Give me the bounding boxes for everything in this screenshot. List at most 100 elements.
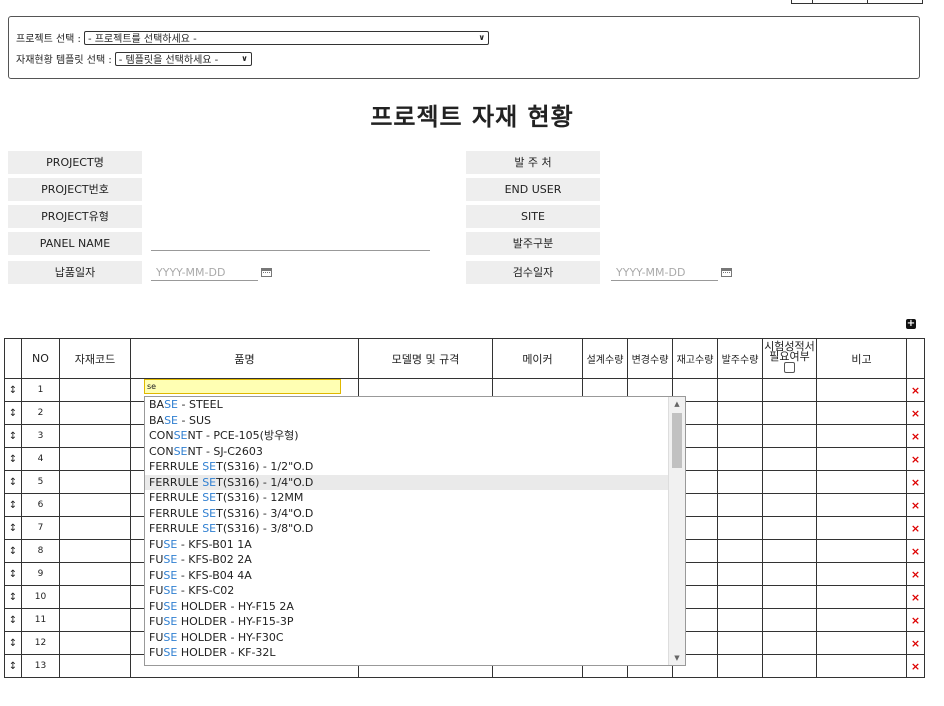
autocomplete-option[interactable]: FUSE HOLDER - HY-F15-3P [145,614,685,630]
delete-icon[interactable]: × [906,470,925,494]
order-qty-cell[interactable] [717,401,763,425]
delete-icon[interactable]: × [906,631,925,655]
material-code-cell[interactable] [59,493,131,517]
test-cert-all-checkbox[interactable] [784,362,795,373]
calendar-icon[interactable] [721,268,732,277]
delete-icon[interactable]: × [906,447,925,471]
order-qty-cell[interactable] [717,585,763,609]
autocomplete-option[interactable]: FUSE - KFS-B02 2A [145,552,685,568]
remark-cell[interactable] [816,378,907,402]
material-code-cell[interactable] [59,470,131,494]
calendar-icon[interactable] [261,268,272,277]
remark-cell[interactable] [816,493,907,517]
autocomplete-option[interactable]: FUSE - KFS-B01 1A [145,537,685,553]
scrollbar-thumb[interactable] [672,413,682,468]
material-code-cell[interactable] [59,378,131,402]
autocomplete-option[interactable]: FERRULE SET(S316) - 3/4"O.D [145,506,685,522]
autocomplete-option[interactable]: FERRULE SET(S316) - 1/4"O.D [145,474,685,490]
material-code-cell[interactable] [59,562,131,586]
material-code-cell[interactable] [59,654,131,678]
scroll-down-icon[interactable]: ▼ [669,651,685,665]
autocomplete-option[interactable]: FERRULE SET(S316) - 1/2"O.D [145,459,685,475]
drag-handle-icon[interactable]: ↕ [4,631,22,655]
autocomplete-option[interactable]: CONSENT - PCE-105(방우형) [145,428,685,444]
inspection-date-input[interactable]: YYYY-MM-DD [611,265,718,281]
test-cert-cell[interactable] [762,493,817,517]
remark-cell[interactable] [816,447,907,471]
material-code-cell[interactable] [59,631,131,655]
delete-icon[interactable]: × [906,585,925,609]
delete-icon[interactable]: × [906,516,925,540]
autocomplete-scrollbar[interactable]: ▲ ▼ [668,397,685,665]
test-cert-cell[interactable] [762,608,817,632]
remark-cell[interactable] [816,470,907,494]
autocomplete-option[interactable]: FUSE HOLDER - HY-F15 2A [145,599,685,615]
scroll-up-icon[interactable]: ▲ [669,397,685,411]
delete-icon[interactable]: × [906,424,925,448]
drag-handle-icon[interactable]: ↕ [4,654,22,678]
remark-cell[interactable] [816,562,907,586]
remark-cell[interactable] [816,401,907,425]
order-qty-cell[interactable] [717,470,763,494]
autocomplete-option[interactable]: BASE - STEEL [145,397,685,413]
autocomplete-option[interactable]: FUSE - KFS-B04 4A [145,568,685,584]
test-cert-cell[interactable] [762,401,817,425]
order-qty-cell[interactable] [717,447,763,471]
remark-cell[interactable] [816,424,907,448]
autocomplete-option[interactable]: BASE - SUS [145,413,685,429]
delete-icon[interactable]: × [906,539,925,563]
order-qty-cell[interactable] [717,562,763,586]
test-cert-cell[interactable] [762,654,817,678]
order-qty-cell[interactable] [717,654,763,678]
order-qty-cell[interactable] [717,424,763,448]
material-code-cell[interactable] [59,539,131,563]
drag-handle-icon[interactable]: ↕ [4,401,22,425]
delete-icon[interactable]: × [906,562,925,586]
material-code-cell[interactable] [59,585,131,609]
remark-cell[interactable] [816,516,907,540]
order-qty-cell[interactable] [717,378,763,402]
test-cert-cell[interactable] [762,447,817,471]
material-code-cell[interactable] [59,447,131,471]
add-row-icon[interactable]: + [906,319,916,329]
drag-handle-icon[interactable]: ↕ [4,585,22,609]
delete-icon[interactable]: × [906,608,925,632]
order-qty-cell[interactable] [717,516,763,540]
delete-icon[interactable]: × [906,493,925,517]
test-cert-cell[interactable] [762,631,817,655]
drag-handle-icon[interactable]: ↕ [4,447,22,471]
order-qty-cell[interactable] [717,608,763,632]
remark-cell[interactable] [816,539,907,563]
drag-handle-icon[interactable]: ↕ [4,539,22,563]
autocomplete-option[interactable]: CONSENT - SJ-C2603 [145,444,685,460]
drag-handle-icon[interactable]: ↕ [4,424,22,448]
delete-icon[interactable]: × [906,654,925,678]
delete-icon[interactable]: × [906,401,925,425]
material-code-cell[interactable] [59,401,131,425]
autocomplete-option[interactable]: FUSE HOLDER - HY-F30C [145,630,685,646]
autocomplete-option[interactable]: FUSE HOLDER - KF-32L [145,645,685,661]
template-select[interactable]: - 템플릿을 선택하세요 - ∨ [114,51,252,66]
drag-handle-icon[interactable]: ↕ [4,516,22,540]
order-qty-cell[interactable] [717,631,763,655]
drag-handle-icon[interactable]: ↕ [4,493,22,517]
test-cert-cell[interactable] [762,516,817,540]
drag-handle-icon[interactable]: ↕ [4,562,22,586]
drag-handle-icon[interactable]: ↕ [4,608,22,632]
test-cert-cell[interactable] [762,562,817,586]
order-qty-cell[interactable] [717,493,763,517]
test-cert-cell[interactable] [762,585,817,609]
material-code-cell[interactable] [59,608,131,632]
order-qty-cell[interactable] [717,539,763,563]
project-select[interactable]: - 프로젝트를 선택하세요 - ∨ [83,30,489,45]
panel-name-input[interactable] [151,234,430,251]
delivery-date-input[interactable]: YYYY-MM-DD [151,265,258,281]
test-cert-cell[interactable] [762,470,817,494]
test-cert-cell[interactable] [762,539,817,563]
autocomplete-option[interactable]: FUSE - KFS-C02 [145,583,685,599]
autocomplete-dropdown[interactable]: BASE - STEEL BASE - SUS CONSENT - PCE-105(… [144,396,686,666]
test-cert-cell[interactable] [762,424,817,448]
delete-icon[interactable]: × [906,378,925,402]
test-cert-cell[interactable] [762,378,817,402]
autocomplete-option[interactable]: FERRULE SET(S316) - 3/8"O.D [145,521,685,537]
